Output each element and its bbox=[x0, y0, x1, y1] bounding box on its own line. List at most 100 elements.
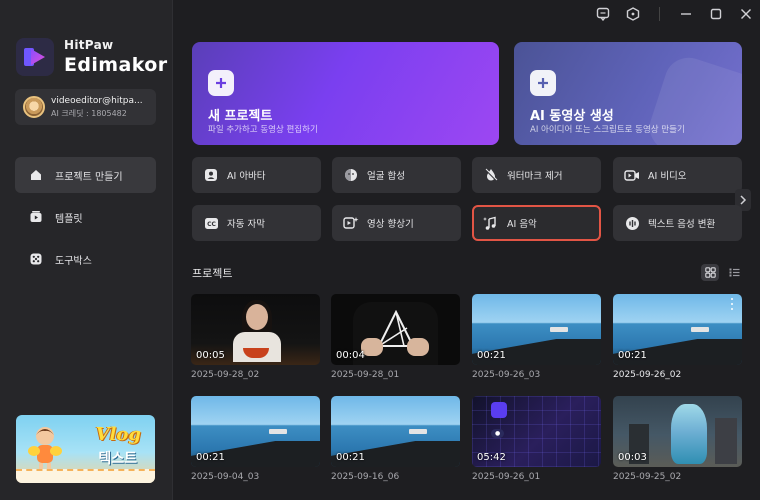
sidebar-item-create-project[interactable]: 프로젝트 만들기 bbox=[15, 157, 156, 193]
thumb-figure bbox=[246, 304, 268, 330]
tool-label: AI 비디오 bbox=[648, 171, 687, 182]
ai-video-generate-card[interactable]: AI 동영상 생성 AI 아이디어 또는 스크립트로 동영상 만들기 bbox=[514, 42, 742, 145]
banner-decoration bbox=[16, 469, 155, 483]
new-project-subtitle: 파일 추가하고 동영상 편집하기 bbox=[208, 125, 318, 135]
ai-music-icon bbox=[483, 215, 499, 231]
tool-label: AI 아바타 bbox=[227, 171, 266, 182]
maximize-icon[interactable] bbox=[708, 6, 724, 22]
app-name-line1: HitPaw bbox=[64, 38, 114, 52]
project-thumbnail[interactable]: 00:21 bbox=[472, 294, 601, 365]
grid-view-icon[interactable] bbox=[701, 264, 719, 281]
project-card[interactable]: ● 05:42 2025-09-26_01 bbox=[472, 396, 601, 482]
tool-label: AI 음악 bbox=[507, 219, 537, 230]
main-area: 새 프로젝트 파일 추가하고 동영상 편집하기 AI 동영상 생성 AI 아이디… bbox=[173, 0, 760, 500]
thumb-figure bbox=[269, 429, 287, 434]
project-thumbnail[interactable]: 00:21 bbox=[613, 294, 742, 365]
project-card[interactable]: 00:21 2025-09-26_02 bbox=[613, 294, 742, 380]
help-icon[interactable] bbox=[625, 6, 641, 22]
project-name: 2025-09-28_02 bbox=[191, 370, 260, 380]
project-card[interactable]: 00:21 2025-09-16_06 bbox=[331, 396, 460, 482]
video-enhance-icon bbox=[343, 215, 359, 231]
tool-ai-video[interactable]: AI 비디오 bbox=[613, 157, 742, 193]
project-card[interactable]: 00:21 2025-09-26_03 bbox=[472, 294, 601, 380]
project-thumbnail[interactable]: 00:21 bbox=[191, 396, 320, 467]
face-swap-icon bbox=[343, 167, 359, 183]
ai-video-icon bbox=[624, 167, 640, 183]
projects-heading: 프로젝트 bbox=[192, 267, 233, 280]
divider bbox=[659, 7, 660, 21]
new-project-card[interactable]: 새 프로젝트 파일 추가하고 동영상 편집하기 bbox=[192, 42, 499, 145]
app-logo-icon bbox=[16, 38, 54, 76]
sidebar-item-label: 템플릿 bbox=[55, 213, 83, 225]
minimize-icon[interactable] bbox=[678, 6, 694, 22]
video-duration: 00:21 bbox=[477, 350, 506, 361]
more-options-icon[interactable] bbox=[727, 298, 737, 310]
tool-auto-subtitle[interactable]: CC 자동 자막 bbox=[192, 205, 321, 241]
new-project-title: 새 프로젝트 bbox=[208, 109, 273, 124]
sidebar-item-toolbox[interactable]: 도구박스 bbox=[15, 241, 156, 277]
video-duration: 05:42 bbox=[477, 452, 506, 463]
list-view-icon[interactable] bbox=[725, 264, 743, 281]
sidebar-item-label: 도구박스 bbox=[55, 255, 92, 267]
thumb-figure bbox=[407, 338, 429, 356]
project-card[interactable]: 00:04 2025-09-28_01 bbox=[331, 294, 460, 380]
tool-label: 텍스트 음성 변환 bbox=[648, 219, 716, 230]
toolbox-icon bbox=[29, 252, 43, 266]
tool-label: 워터마크 제거 bbox=[507, 171, 563, 182]
thumb-figure bbox=[550, 327, 568, 332]
project-thumbnail[interactable]: 00:03 bbox=[613, 396, 742, 467]
kid-illustration bbox=[28, 427, 62, 473]
project-card[interactable]: 00:21 2025-09-04_03 bbox=[191, 396, 320, 482]
thumb-figure bbox=[691, 327, 709, 332]
account-panel[interactable]: videoeditor@hitpa... AI 크레딧 : 1805482 bbox=[15, 89, 156, 125]
project-thumbnail[interactable]: 00:21 bbox=[331, 396, 460, 467]
video-duration: 00:04 bbox=[336, 350, 365, 361]
feedback-icon[interactable] bbox=[595, 6, 611, 22]
tool-ai-avatar[interactable]: AI 아바타 bbox=[192, 157, 321, 193]
app-brand: HitPaw Edimakor bbox=[16, 38, 167, 76]
ai-video-subtitle: AI 아이디어 또는 스크립트로 동영상 만들기 bbox=[530, 125, 685, 135]
text-to-speech-icon bbox=[624, 215, 640, 231]
subtitle-icon: CC bbox=[203, 215, 219, 231]
watermark-remove-icon bbox=[483, 167, 499, 183]
project-name: 2025-09-26_02 bbox=[613, 370, 682, 380]
close-icon[interactable] bbox=[738, 6, 754, 22]
tool-label: 영상 향상기 bbox=[367, 219, 414, 230]
thumb-logo bbox=[491, 402, 507, 418]
template-icon bbox=[29, 210, 43, 224]
sidebar: HitPaw Edimakor videoeditor@hitpa... AI … bbox=[0, 0, 173, 500]
project-name: 2025-09-28_01 bbox=[331, 370, 400, 380]
tool-face-swap[interactable]: 얼굴 합성 bbox=[332, 157, 461, 193]
home-icon bbox=[29, 168, 43, 182]
project-card[interactable]: 00:03 2025-09-25_02 bbox=[613, 396, 742, 482]
project-thumbnail[interactable]: 00:04 bbox=[331, 294, 460, 365]
tool-label: 얼굴 합성 bbox=[367, 171, 405, 182]
project-name: 2025-09-04_03 bbox=[191, 472, 260, 482]
video-duration: 00:21 bbox=[196, 452, 225, 463]
project-name: 2025-09-26_03 bbox=[472, 370, 541, 380]
ai-video-title: AI 동영상 생성 bbox=[530, 109, 614, 124]
sidebar-item-templates[interactable]: 템플릿 bbox=[15, 199, 156, 235]
avatar-icon bbox=[203, 167, 219, 183]
tool-ai-music[interactable]: AI 음악 bbox=[472, 205, 601, 241]
project-thumbnail[interactable]: 00:05 bbox=[191, 294, 320, 365]
project-thumbnail[interactable]: ● 05:42 bbox=[472, 396, 601, 467]
sidebar-nav: 프로젝트 만들기 템플릿 도구박스 bbox=[15, 157, 156, 283]
tool-watermark-remove[interactable]: 워터마크 제거 bbox=[472, 157, 601, 193]
app-name-line2: Edimakor bbox=[64, 54, 168, 76]
project-name: 2025-09-16_06 bbox=[331, 472, 400, 482]
video-duration: 00:03 bbox=[618, 452, 647, 463]
tool-video-enhancer[interactable]: 영상 향상기 bbox=[332, 205, 461, 241]
window-controls bbox=[595, 6, 754, 22]
video-duration: 00:21 bbox=[336, 452, 365, 463]
chevron-right-icon bbox=[740, 195, 747, 205]
tool-text-to-speech[interactable]: 텍스트 음성 변환 bbox=[613, 205, 742, 241]
thumb-figure: ● bbox=[491, 429, 505, 438]
vlog-promo-banner[interactable]: Vlog 텍스트 bbox=[16, 415, 155, 483]
thumb-figure bbox=[671, 404, 707, 464]
thumb-figure bbox=[409, 429, 427, 434]
account-email: videoeditor@hitpa... bbox=[51, 95, 143, 106]
avatar bbox=[23, 96, 45, 118]
video-duration: 00:21 bbox=[618, 350, 647, 361]
project-card[interactable]: 00:05 2025-09-28_02 bbox=[191, 294, 320, 380]
